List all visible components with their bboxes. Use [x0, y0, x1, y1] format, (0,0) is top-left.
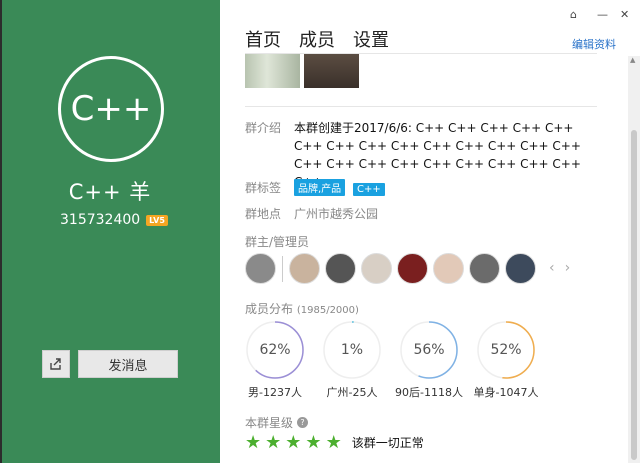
group-info-panel: ⌂ — ✕ 首页 成员 设置 编辑资料 群介绍 本群创建于2017/6/6: C… — [220, 0, 640, 463]
avatar[interactable] — [433, 253, 464, 284]
group-photo[interactable] — [304, 54, 359, 88]
star-status: 该群一切正常 — [351, 436, 424, 450]
star-icon: ★ — [245, 432, 262, 453]
star-icon: ★ — [325, 432, 342, 453]
distribution-circle-age[interactable]: 56% — [399, 320, 459, 380]
group-profile-panel: C++ C++ 羊 315732400 LV5 发消息 — [0, 0, 220, 463]
avatar[interactable] — [397, 253, 428, 284]
group-logo: C++ — [58, 56, 164, 162]
distribution-label: 成员分布 — [245, 302, 294, 316]
percentage: 56% — [413, 342, 445, 358]
distribution-label-single: 单身-1047人 — [473, 386, 539, 399]
star-rating-title: 本群星级 ? — [245, 414, 309, 431]
avatar[interactable] — [325, 253, 356, 284]
distribution-title: 成员分布 (1985/2000) — [245, 300, 359, 317]
section-divider — [245, 106, 597, 107]
scrollbar-thumb[interactable] — [631, 130, 637, 460]
avatar-separator — [282, 255, 283, 282]
location-label: 群地点 — [245, 207, 282, 221]
distribution-circle-city[interactable]: 1% — [322, 320, 382, 380]
avatar[interactable] — [469, 253, 500, 284]
star-icon: ★ — [305, 432, 322, 453]
distribution-label-age: 90后-1118人 — [395, 386, 463, 399]
distribution-circle-gender[interactable]: 62% — [245, 320, 305, 380]
skin-icon[interactable]: ⌂ — [570, 8, 577, 21]
close-icon[interactable]: ✕ — [620, 8, 629, 21]
star-rating-label: 本群星级 — [245, 416, 294, 430]
group-id-row: 315732400 LV5 — [60, 212, 168, 228]
tag-brand[interactable]: 品牌,产品 — [294, 179, 346, 196]
avatar[interactable] — [245, 253, 276, 284]
percentage: 62% — [259, 342, 291, 358]
minimize-icon[interactable]: — — [597, 8, 608, 21]
tab-home[interactable]: 首页 — [245, 26, 281, 56]
percentage: 52% — [490, 342, 522, 358]
member-count: (1985/2000) — [296, 305, 359, 316]
admin-list — [245, 253, 536, 284]
admin-pager: ‹ › — [549, 260, 570, 276]
group-name: C++ 羊 — [68, 180, 152, 204]
tab-bar: 首页 成员 设置 — [245, 26, 389, 56]
scrollbar[interactable]: ▲ — [628, 56, 640, 463]
distribution-circle-single[interactable]: 52% — [476, 320, 536, 380]
group-id: 315732400 — [60, 212, 141, 228]
scroll-up-icon[interactable]: ▲ — [630, 56, 635, 64]
avatar[interactable] — [289, 253, 320, 284]
send-message-button[interactable]: 发消息 — [78, 350, 178, 378]
window-edge — [0, 0, 2, 463]
percentage: 1% — [340, 342, 364, 358]
tab-members[interactable]: 成员 — [299, 26, 335, 56]
share-button[interactable] — [42, 350, 70, 378]
star-icon: ★ — [265, 432, 282, 453]
tab-settings[interactable]: 设置 — [353, 26, 389, 56]
level-badge: LV5 — [146, 214, 168, 226]
chevron-right-icon[interactable]: › — [565, 260, 571, 276]
star-icon: ★ — [285, 432, 302, 453]
avatar[interactable] — [505, 253, 536, 284]
intro-label: 群介绍 — [245, 121, 282, 135]
star-rating: ★ ★ ★ ★ ★ 该群一切正常 — [245, 432, 424, 453]
help-icon[interactable]: ? — [297, 417, 309, 428]
chevron-left-icon[interactable]: ‹ — [549, 260, 555, 276]
admins-label: 群主/管理员 — [245, 235, 310, 249]
distribution-label-city: 广州-25人 — [326, 386, 378, 399]
tag-list: 品牌,产品 C++ — [294, 179, 389, 196]
edit-profile-link[interactable]: 编辑资料 — [572, 36, 616, 52]
location-value: 广州市越秀公园 — [294, 207, 379, 221]
share-icon — [50, 358, 61, 370]
tags-label: 群标签 — [245, 181, 282, 195]
tag-cpp[interactable]: C++ — [353, 183, 385, 196]
distribution-label-gender: 男-1237人 — [248, 386, 302, 399]
avatar[interactable] — [361, 253, 392, 284]
group-photo[interactable] — [245, 54, 300, 88]
